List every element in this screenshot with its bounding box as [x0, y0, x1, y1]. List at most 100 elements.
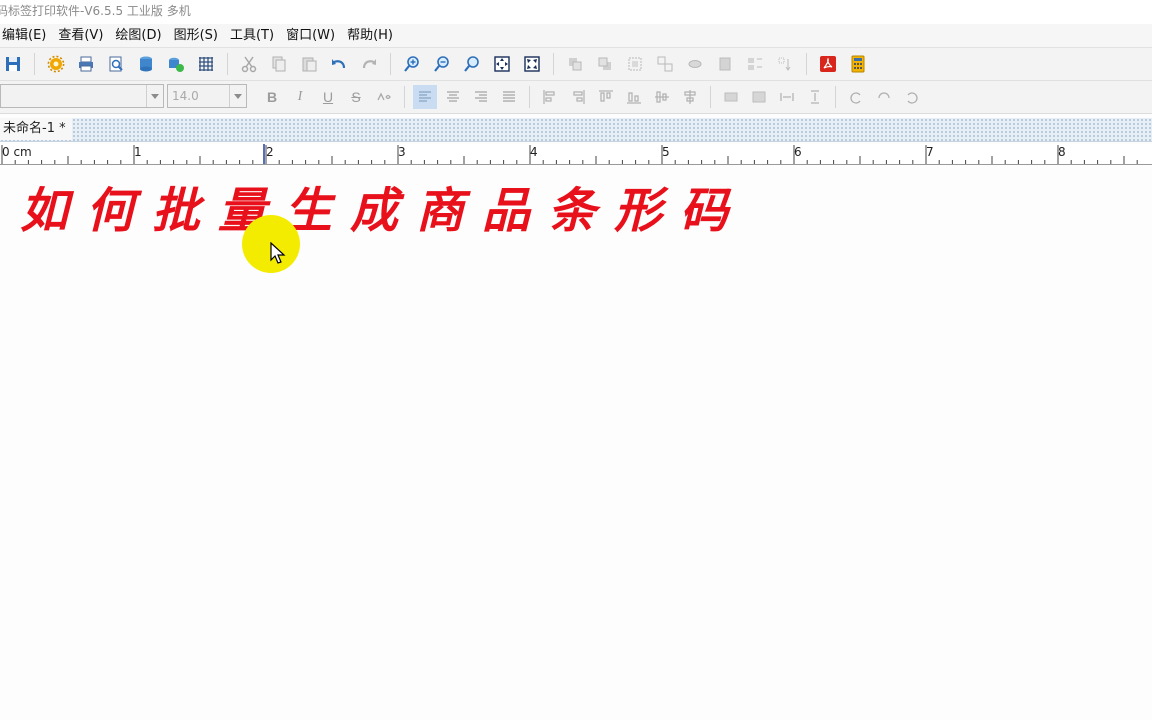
- align-objects-center-icon: [684, 90, 696, 104]
- space-horizontal-button[interactable]: [775, 85, 799, 109]
- rotate-left-90-button[interactable]: [844, 85, 868, 109]
- zoom-in-button[interactable]: [401, 53, 423, 75]
- zoom-button[interactable]: [461, 53, 483, 75]
- grid-icon: [199, 57, 213, 71]
- menu-tools[interactable]: 工具(T): [224, 25, 280, 46]
- strikethrough-button[interactable]: S: [344, 85, 368, 109]
- align-button[interactable]: [744, 53, 766, 75]
- ruler-label: 0 cm: [2, 145, 32, 159]
- align-objects-right-icon: [573, 90, 585, 104]
- toolbar-separator: [227, 53, 228, 75]
- rotate-180-icon: [878, 92, 890, 99]
- space-vertical-button[interactable]: [803, 85, 827, 109]
- align-objects-left-button[interactable]: [538, 85, 562, 109]
- export-pdf-button[interactable]: [817, 53, 839, 75]
- database-icon: [140, 56, 152, 72]
- settings-button[interactable]: [45, 53, 67, 75]
- text-effect-icon: [377, 92, 391, 101]
- align-objects-top-button[interactable]: [594, 85, 618, 109]
- save-button[interactable]: [2, 53, 24, 75]
- zoom-out-icon: [434, 56, 449, 72]
- ruler-label: 2: [266, 145, 274, 159]
- align-objects-bottom-button[interactable]: [622, 85, 646, 109]
- format-buttons: B I U S: [258, 84, 926, 110]
- lock-button[interactable]: [714, 53, 736, 75]
- group-icon: [628, 57, 642, 71]
- document-tab-strip: 未命名-1 *: [0, 118, 1152, 142]
- group-button[interactable]: [624, 53, 646, 75]
- copy-button[interactable]: [268, 53, 290, 75]
- italic-button[interactable]: I: [288, 85, 312, 109]
- lock-icon: [719, 57, 731, 71]
- save-icon: [6, 57, 20, 71]
- undo-icon: [332, 59, 346, 69]
- undo-button[interactable]: [328, 53, 350, 75]
- ruler-label: 8: [1058, 145, 1066, 159]
- redo-button[interactable]: [358, 53, 380, 75]
- ruler-label: 1: [134, 145, 142, 159]
- font-size-select[interactable]: 14.0: [167, 84, 247, 108]
- send-backward-button[interactable]: [594, 53, 616, 75]
- ungroup-icon: [657, 56, 673, 72]
- gear-icon: [47, 55, 65, 73]
- same-width-icon: [724, 92, 738, 102]
- font-size-value: 14.0: [172, 89, 199, 103]
- print-button[interactable]: [75, 53, 97, 75]
- database-connect-button[interactable]: [165, 53, 187, 75]
- copy-icon: [272, 56, 286, 72]
- ruler-label: 5: [662, 145, 670, 159]
- underline-button[interactable]: U: [316, 85, 340, 109]
- bring-forward-button[interactable]: [564, 53, 586, 75]
- menu-bar: 编辑(E) 查看(V) 绘图(D) 图形(S) 工具(T) 窗口(W) 帮助(H…: [0, 24, 1152, 48]
- distribute-button[interactable]: [774, 53, 796, 75]
- align-left-button[interactable]: [413, 85, 437, 109]
- menu-draw[interactable]: 绘图(D): [109, 25, 167, 46]
- rotate-button[interactable]: [684, 53, 706, 75]
- bold-button[interactable]: B: [260, 85, 284, 109]
- fit-page-button[interactable]: [491, 53, 513, 75]
- toolbar-separator: [404, 86, 405, 108]
- justify-button[interactable]: [497, 85, 521, 109]
- font-family-select[interactable]: [0, 84, 164, 108]
- align-objects-middle-button[interactable]: [650, 85, 674, 109]
- menu-view[interactable]: 查看(V): [52, 25, 109, 46]
- calculator-button[interactable]: [847, 53, 869, 75]
- chevron-down-icon: [229, 85, 246, 107]
- rotate-180-button[interactable]: [872, 85, 896, 109]
- same-width-button[interactable]: [719, 85, 743, 109]
- zoom-icon: [464, 56, 479, 72]
- label-text-object[interactable]: 如何批量生成商品条形码: [20, 181, 746, 241]
- grid-button[interactable]: [195, 53, 217, 75]
- align-right-button[interactable]: [469, 85, 493, 109]
- ruler-label: 6: [794, 145, 802, 159]
- align-center-button[interactable]: [441, 85, 465, 109]
- align-objects-center-button[interactable]: [678, 85, 702, 109]
- title-bar: 码标签打印软件-V6.5.5 工业版 多机: [0, 0, 1152, 24]
- ruler-label: 4: [530, 145, 538, 159]
- menu-help[interactable]: 帮助(H): [341, 25, 399, 46]
- ruler-label: 3: [398, 145, 406, 159]
- document-tab[interactable]: 未命名-1 *: [0, 118, 72, 140]
- fit-width-icon: [524, 56, 540, 72]
- paste-button[interactable]: [298, 53, 320, 75]
- align-center-icon: [447, 91, 459, 102]
- menu-edit[interactable]: 编辑(E): [0, 25, 52, 46]
- zoom-out-button[interactable]: [431, 53, 453, 75]
- main-toolbar: [0, 48, 1152, 81]
- design-canvas[interactable]: 如何批量生成商品条形码: [0, 165, 1152, 720]
- fit-width-button[interactable]: [521, 53, 543, 75]
- rotate-right-90-button[interactable]: [900, 85, 924, 109]
- text-effect-button[interactable]: [372, 85, 396, 109]
- same-height-button[interactable]: [747, 85, 771, 109]
- cut-button[interactable]: [238, 53, 260, 75]
- menu-window[interactable]: 窗口(W): [280, 25, 341, 46]
- cut-icon: [241, 56, 257, 73]
- ungroup-button[interactable]: [654, 53, 676, 75]
- send-backward-icon: [598, 57, 611, 70]
- align-objects-right-button[interactable]: [566, 85, 590, 109]
- print-preview-button[interactable]: [105, 53, 127, 75]
- toolbar-separator: [835, 86, 836, 108]
- align-objects-middle-icon: [655, 91, 669, 103]
- database-button[interactable]: [135, 53, 157, 75]
- menu-shape[interactable]: 图形(S): [168, 25, 224, 46]
